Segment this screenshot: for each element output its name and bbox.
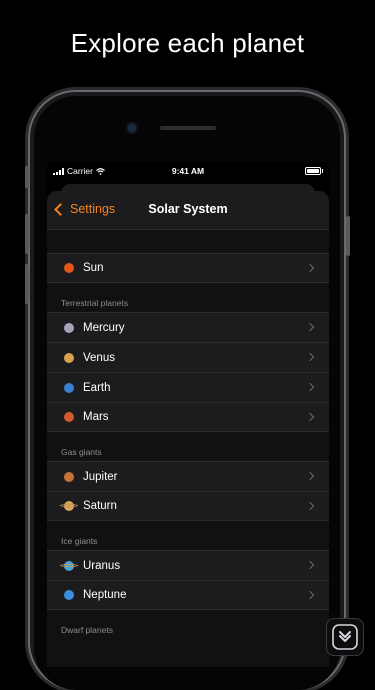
list-item-label: Jupiter	[83, 470, 118, 483]
list-item-label: Uranus	[83, 559, 121, 572]
list-item-label: Mars	[83, 411, 109, 423]
uranus-icon	[60, 560, 78, 571]
earpiece-speaker	[160, 126, 216, 130]
venus-icon	[64, 352, 74, 363]
chevron-right-icon	[305, 382, 315, 392]
section-header: Gas giants	[61, 447, 102, 457]
chevron-right-icon	[305, 501, 315, 511]
chevron-right-icon	[305, 322, 315, 332]
chevron-right-icon	[305, 352, 315, 362]
modal-sheet: Settings Solar System Sun Terrestrial pla…	[47, 191, 329, 667]
list-item-label: Venus	[83, 351, 115, 364]
list-item-neptune[interactable]: Neptune	[47, 580, 329, 610]
earth-icon	[64, 382, 74, 393]
app-icon-badge	[326, 618, 364, 656]
chevron-right-icon	[305, 590, 315, 600]
front-camera	[128, 124, 136, 132]
jupiter-icon	[64, 471, 74, 482]
section-header: Terrestrial planets	[61, 298, 129, 308]
mercury-icon	[64, 322, 74, 333]
list-item-uranus[interactable]: Uranus	[47, 550, 329, 580]
section-header: Ice giants	[61, 536, 98, 546]
list-item-jupiter[interactable]: Jupiter	[47, 461, 329, 491]
sun-icon	[64, 263, 74, 273]
neptune-icon	[64, 590, 74, 600]
battery-icon	[305, 167, 323, 175]
list-item-label: Neptune	[83, 589, 127, 601]
power-button	[346, 216, 350, 256]
list-item-earth[interactable]: Earth	[47, 372, 329, 402]
page-title: Solar System	[148, 202, 228, 216]
list-item-mercury[interactable]: Mercury	[47, 312, 329, 342]
phone-screen: Carrier 9:41 AM Settings Solar System Su…	[47, 162, 329, 667]
mars-icon	[64, 412, 74, 422]
chevron-right-icon	[305, 471, 315, 481]
list-item-label: Mercury	[83, 321, 125, 334]
list-item-label: Saturn	[83, 500, 117, 512]
chevron-right-icon	[305, 412, 315, 422]
headline: Explore each planet	[70, 28, 305, 58]
volume-up-button	[25, 214, 29, 254]
status-bar: Carrier 9:41 AM	[47, 162, 329, 180]
list-item-mars[interactable]: Mars	[47, 402, 329, 432]
list-item-sun[interactable]: Sun	[47, 253, 329, 283]
saturn-icon	[60, 501, 78, 511]
volume-down-button	[25, 264, 29, 304]
planet-list: Sun Terrestrial planets Mercury Venus Earth M…	[47, 230, 329, 639]
section-header: Dwarf planets	[61, 625, 113, 635]
list-item-label: Sun	[83, 262, 104, 274]
app-logo-icon	[332, 624, 358, 650]
chevron-right-icon	[305, 560, 315, 570]
list-item-venus[interactable]: Venus	[47, 342, 329, 372]
status-time: 9:41 AM	[171, 166, 205, 176]
list-item-label: Earth	[83, 381, 111, 394]
navigation-bar: Settings Solar System	[47, 191, 329, 230]
chevron-right-icon	[305, 263, 315, 273]
mute-switch	[25, 166, 29, 188]
list-item-saturn[interactable]: Saturn	[47, 491, 329, 521]
